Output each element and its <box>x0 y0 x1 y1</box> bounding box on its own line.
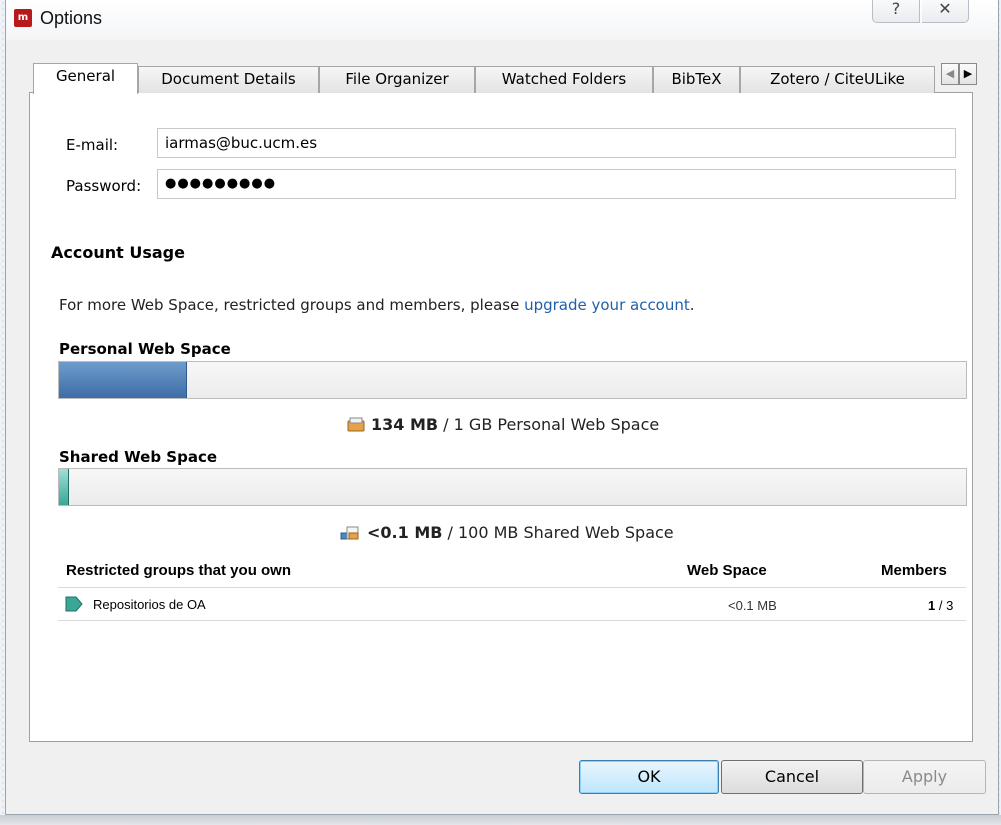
tab-scroll-left-button[interactable]: ◀ <box>941 63 959 85</box>
group-tag-icon <box>65 596 83 612</box>
shared-space-progress-fill <box>59 469 70 505</box>
group-web-space: <0.1 MB <box>728 598 777 613</box>
tab-scroll-right-button[interactable]: ▶ <box>959 63 977 85</box>
table-row-divider <box>58 620 966 621</box>
shared-storage-icon <box>340 526 359 540</box>
mendeley-app-icon: m <box>14 9 32 27</box>
upgrade-info-prefix: For more Web Space, restricted groups an… <box>59 296 525 314</box>
window-title: Options <box>40 8 103 28</box>
personal-space-progress-bar <box>58 361 967 399</box>
tab-watched-folders[interactable]: Watched Folders <box>475 66 653 93</box>
personal-space-progress-fill <box>59 362 187 398</box>
help-button[interactable]: ? <box>872 0 920 23</box>
groups-name-column-header: Restricted groups that you own <box>66 562 292 579</box>
tab-zotero-citeulike[interactable]: Zotero / CiteULike <box>740 66 935 93</box>
groups-space-column-header: Web Space <box>687 562 767 579</box>
group-members-total: / 3 <box>935 598 954 613</box>
email-field[interactable]: iarmas@buc.ucm.es <box>157 128 956 158</box>
personal-web-space-heading: Personal Web Space <box>59 340 231 358</box>
shared-space-used: <0.1 MB <box>367 523 443 542</box>
apply-button[interactable]: Apply <box>863 760 986 794</box>
personal-space-used: 134 MB <box>371 415 439 434</box>
chevron-left-icon: ◀ <box>945 67 955 80</box>
table-header-divider <box>58 587 966 588</box>
email-label: E-mail: <box>66 136 119 154</box>
background-taskbar-strip <box>0 815 1001 825</box>
password-field[interactable]: ●●●●●●●●● <box>157 169 956 199</box>
personal-space-usage: 134 MB / 1 GB Personal Web Space <box>347 415 659 434</box>
shared-space-total: / 100 MB Shared Web Space <box>442 523 674 542</box>
personal-space-total: / 1 GB Personal Web Space <box>438 415 660 434</box>
tab-document-details[interactable]: Document Details <box>138 66 319 93</box>
storage-box-icon <box>347 417 365 432</box>
account-usage-heading: Account Usage <box>51 243 185 262</box>
groups-members-column-header: Members <box>881 562 947 579</box>
tab-bibtex[interactable]: BibTeX <box>653 66 740 93</box>
title-bar: m Options ? ✕ <box>6 0 998 40</box>
upgrade-info-text: For more Web Space, restricted groups an… <box>59 296 695 314</box>
close-icon: ✕ <box>938 0 952 18</box>
shared-web-space-heading: Shared Web Space <box>59 448 218 466</box>
upgrade-account-link[interactable]: upgrade your account <box>524 296 690 314</box>
shared-space-usage: <0.1 MB / 100 MB Shared Web Space <box>339 523 674 542</box>
password-label: Password: <box>66 177 142 195</box>
chevron-right-icon: ▶ <box>963 67 973 80</box>
tab-general[interactable]: General <box>33 63 138 94</box>
ok-button[interactable]: OK <box>579 760 719 794</box>
group-name: Repositorios de OA <box>93 597 206 612</box>
upgrade-info-suffix: . <box>689 296 695 314</box>
shared-space-progress-bar <box>58 468 967 506</box>
tab-file-organizer[interactable]: File Organizer <box>319 66 475 93</box>
close-button[interactable]: ✕ <box>922 0 969 23</box>
cancel-button[interactable]: Cancel <box>721 760 863 794</box>
group-members: 1 / 3 <box>928 598 953 613</box>
help-icon: ? <box>891 0 901 18</box>
